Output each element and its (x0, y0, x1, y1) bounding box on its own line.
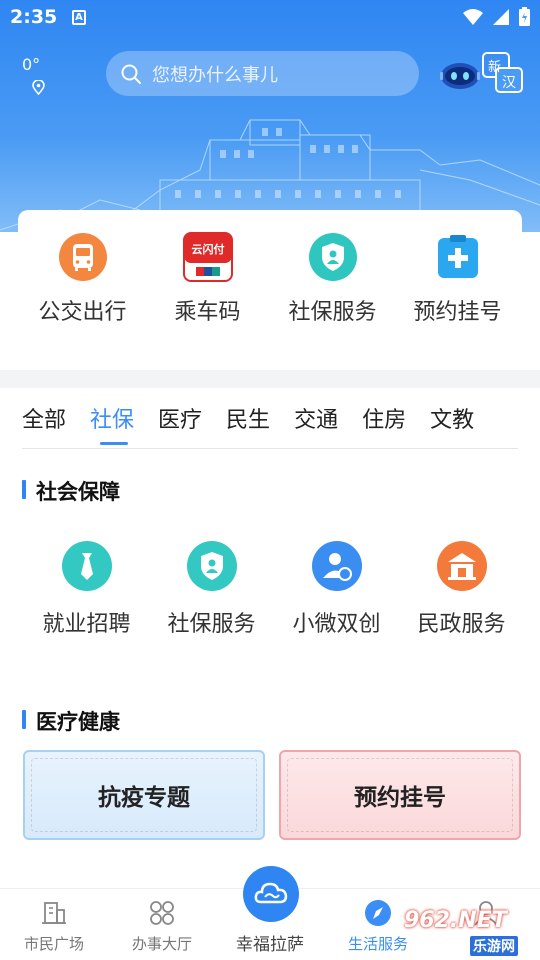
location-pin-icon[interactable] (32, 80, 45, 95)
tab-social-security[interactable]: 社保 (90, 388, 134, 448)
service-entrepreneurship[interactable]: 小微双创 (274, 540, 399, 638)
service-employment[interactable]: 就业招聘 (24, 540, 149, 638)
cloud-logo-icon (254, 882, 288, 904)
quick-service-label: 预约挂号 (413, 300, 502, 325)
quick-service-ride-code[interactable]: 云闪付 乘车码 (145, 232, 270, 326)
nav-citizen-square[interactable]: 市民广场 (0, 899, 108, 954)
unionpay-icon: 云闪付 (182, 232, 233, 282)
service-civil-affairs[interactable]: 民政服务 (399, 540, 524, 638)
tab-livelihood[interactable]: 民生 (226, 388, 270, 448)
nav-center-logo[interactable] (243, 866, 299, 922)
unionpay-logo-text: 云闪付 (191, 242, 224, 256)
quick-service-label: 社保服务 (288, 300, 377, 325)
signal-icon (493, 8, 509, 25)
banner-appointment[interactable]: 预约挂号 (279, 750, 521, 840)
status-time: 2:35 (10, 6, 58, 28)
service-label: 小微双创 (292, 612, 381, 637)
person-badge-icon (311, 541, 362, 591)
service-label: 就业招聘 (42, 612, 131, 637)
site-watermark: 962.NET 乐游网 (400, 906, 535, 956)
tab-medical[interactable]: 医疗 (158, 388, 202, 448)
nav-service-hall[interactable]: 办事大厅 (108, 899, 216, 954)
banner-epidemic[interactable]: 抗疫专题 (23, 750, 265, 840)
grid-icon (150, 901, 174, 925)
service-panel: 全部 社保 医疗 民生 交通 住房 文教 社会保障 就业招聘 社保服务 小微双创… (0, 388, 540, 888)
quick-service-appointment[interactable]: 预约挂号 (395, 232, 520, 326)
nav-label: 市民广场 (23, 935, 84, 953)
banner-border (31, 758, 257, 832)
building-icon (436, 541, 487, 591)
service-label: 社保服务 (167, 612, 256, 637)
quick-service-social-security[interactable]: 社保服务 (270, 232, 395, 326)
search-icon (121, 64, 141, 84)
tabs-divider (22, 448, 518, 449)
nav-center-label[interactable]: 幸福拉萨 (216, 930, 324, 955)
section-title-medical: 医疗健康 (22, 706, 120, 736)
bus-icon (58, 233, 107, 281)
battery-icon (519, 7, 530, 26)
compass-icon (365, 900, 391, 926)
watermark-text: 962.NET (404, 908, 507, 933)
shield-person-icon (308, 233, 357, 281)
tab-transport[interactable]: 交通 (294, 388, 338, 448)
quick-service-label: 公交出行 (38, 300, 127, 325)
nav-label: 生活服务 (347, 935, 408, 953)
quick-service-label: 乘车码 (174, 300, 241, 325)
service-social-security[interactable]: 社保服务 (149, 540, 274, 638)
quick-service-bus[interactable]: 公交出行 (20, 232, 145, 326)
status-icons (463, 7, 530, 26)
notification-icon: A (72, 10, 86, 25)
category-tabs: 全部 社保 医疗 民生 交通 住房 文教 (0, 388, 540, 448)
robot-assistant-icon[interactable] (440, 60, 480, 90)
medical-clipboard-icon (437, 235, 478, 278)
search-bar[interactable]: 您想办什么事儿 (106, 51, 419, 96)
quick-services-row: 公交出行 云闪付 乘车码 社保服务 预约挂号 (0, 232, 540, 326)
watermark-sub: 乐游网 (470, 936, 518, 956)
shield-person-icon (186, 541, 237, 591)
tab-education[interactable]: 文教 (430, 388, 474, 448)
section-title-social-security: 社会保障 (22, 476, 120, 506)
service-label: 民政服务 (417, 612, 506, 637)
social-security-services: 就业招聘 社保服务 小微双创 民政服务 (0, 540, 540, 638)
translate-char-1: 新 (488, 59, 501, 75)
tab-all[interactable]: 全部 (22, 388, 66, 448)
translate-char-2: 汉 (502, 75, 516, 91)
search-placeholder: 您想办什么事儿 (152, 64, 278, 86)
status-bar: 2:35 A (0, 0, 540, 36)
tie-icon (61, 541, 112, 591)
translate-icon[interactable]: 新 汉 (482, 52, 524, 94)
building-icon (42, 902, 66, 924)
wifi-icon (463, 8, 483, 25)
banner-border (287, 758, 513, 832)
temperature-text: 0° (22, 55, 41, 74)
nav-label: 办事大厅 (131, 935, 192, 953)
tab-housing[interactable]: 住房 (362, 388, 406, 448)
